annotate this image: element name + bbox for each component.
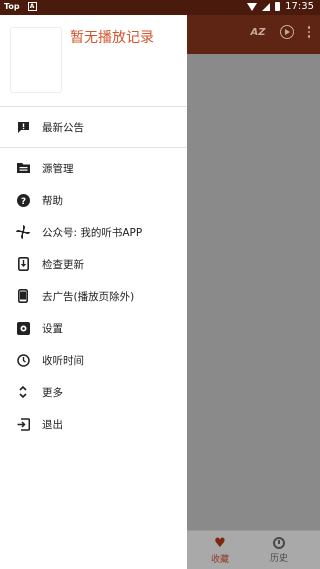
heart-icon: ♥ [214,536,226,551]
menu-item-announcement[interactable]: 最新公告 [0,111,187,143]
menu-label: 去广告(播放页除外) [42,290,135,303]
svg-text:?: ? [20,197,25,207]
menu-item-source-management[interactable]: 源管理 [0,152,187,184]
menu-item-check-update[interactable]: 检查更新 [0,248,187,280]
bottom-nav: ♥ 收藏 历史 [187,530,320,569]
status-left: Top A [4,2,37,11]
menu-label: 最新公告 [42,121,84,134]
expand-icon [16,385,30,399]
announcement-icon [16,120,30,134]
menu-item-official-account[interactable]: 公众号: 我的听书APP [0,216,187,248]
drawer-header: 暂无播放记录 [0,15,187,107]
drawer-divider [0,147,187,148]
menu-label: 退出 [42,418,63,431]
status-right: 17:35 [247,1,314,12]
phone-icon [16,289,30,303]
battery-icon [275,2,281,11]
wifi-icon [247,2,258,11]
menu-item-remove-ads[interactable]: 去广告(播放页除外) [0,280,187,312]
menu-item-listen-time[interactable]: 收听时间 [0,344,187,376]
status-time: 17:35 [285,1,314,12]
menu-item-settings[interactable]: 设置 [0,312,187,344]
update-icon [16,257,30,271]
nav-favorites-label: 收藏 [210,555,229,565]
nav-history-label: 历史 [269,554,288,564]
history-icon [273,537,285,549]
folder-icon [16,161,30,175]
menu-label: 检查更新 [42,258,84,271]
cover-placeholder[interactable] [10,27,62,93]
status-app-label: Top [4,2,20,11]
menu-label: 收听时间 [42,354,84,367]
play-icon[interactable] [279,25,294,39]
notification-icon: A [27,2,37,11]
navigation-drawer: 暂无播放记录 最新公告 源管理 ? 帮助 公众号: 我的听书APP 检查更新 去… [0,15,187,569]
menu-label: 公众号: 我的听书APP [42,226,143,239]
content-scrim[interactable] [187,54,320,530]
nav-favorites[interactable]: ♥ 收藏 [200,537,240,565]
nav-history[interactable]: 历史 [259,537,299,564]
menu-label: 更多 [42,386,63,399]
pinwheel-icon [16,225,30,239]
signal-icon [262,2,271,11]
exit-icon [16,417,30,431]
menu-label: 源管理 [42,162,74,175]
more-options-icon[interactable] [307,26,310,38]
help-icon: ? [16,193,30,207]
settings-icon [16,321,30,335]
menu-item-more[interactable]: 更多 [0,376,187,408]
menu-item-help[interactable]: ? 帮助 [0,184,187,216]
menu-label: 设置 [42,322,63,335]
status-bar: Top A 17:35 [0,0,320,15]
timer-icon [16,353,30,367]
menu-label: 帮助 [42,194,63,207]
drawer-title[interactable]: 暂无播放记录 [70,27,154,47]
sort-az-icon[interactable]: AZ [251,27,266,38]
menu-item-exit[interactable]: 退出 [0,408,187,440]
